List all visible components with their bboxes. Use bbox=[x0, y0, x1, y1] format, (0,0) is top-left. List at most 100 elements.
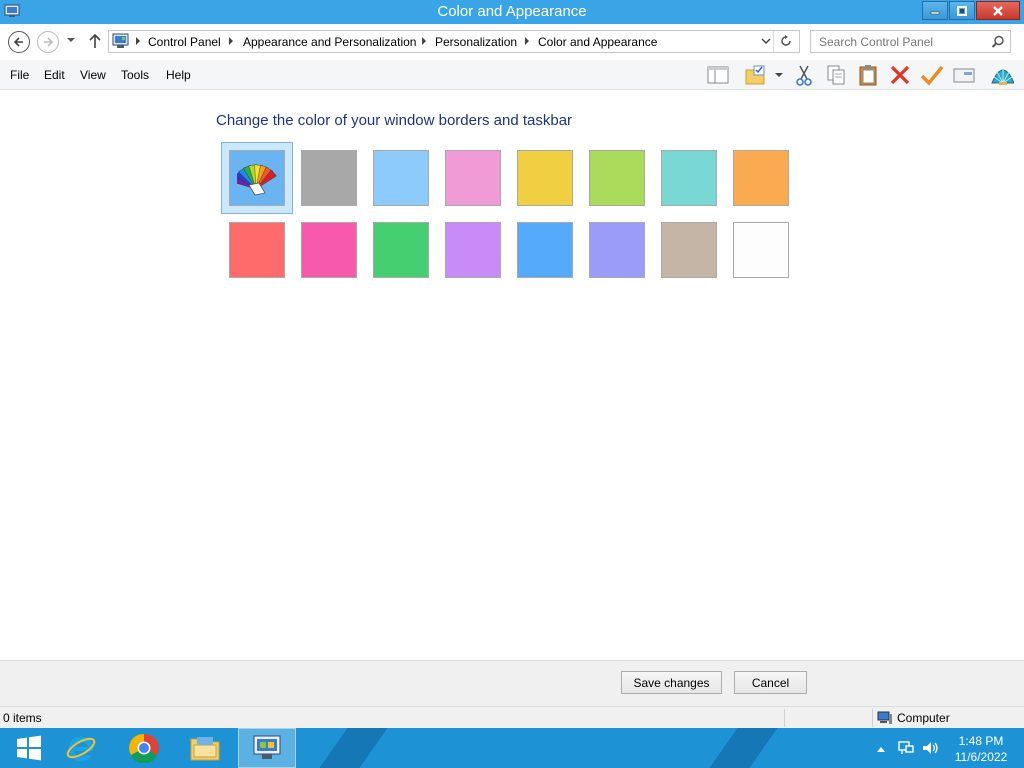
swatch-fill bbox=[229, 150, 285, 206]
title-bar: Color and Appearance bbox=[0, 0, 1024, 24]
breadcrumb-separator-icon[interactable] bbox=[229, 37, 233, 45]
email-icon bbox=[953, 68, 975, 83]
address-divider bbox=[773, 31, 774, 52]
color-swatch-light-blue[interactable] bbox=[365, 142, 437, 214]
file-explorer-button[interactable] bbox=[176, 728, 234, 768]
swatch-fill bbox=[589, 222, 645, 278]
color-swatch-taupe[interactable] bbox=[653, 214, 725, 286]
swatch-fill bbox=[373, 222, 429, 278]
system-clock[interactable]: 1:48 PM 11/6/2022 bbox=[948, 733, 1014, 765]
copy-button[interactable] bbox=[824, 63, 848, 87]
control-panel-icon bbox=[112, 33, 129, 48]
folder-options-button[interactable] bbox=[744, 63, 768, 87]
start-button[interactable] bbox=[0, 728, 58, 768]
breadcrumb-color-appearance[interactable]: Color and Appearance bbox=[538, 35, 657, 49]
swatch-fill bbox=[589, 150, 645, 206]
menu-bar: File Edit View Tools Help bbox=[0, 60, 1024, 90]
address-history-chevron-down-icon[interactable] bbox=[760, 35, 772, 47]
status-bar: 0 items Computer bbox=[0, 706, 1024, 728]
restore-button[interactable] bbox=[949, 1, 975, 20]
color-swatch-orange[interactable] bbox=[725, 142, 797, 214]
swatch-fill bbox=[733, 150, 789, 206]
restore-icon bbox=[957, 5, 967, 16]
page-heading: Change the color of your window borders … bbox=[216, 112, 573, 129]
internet-explorer-icon bbox=[66, 736, 96, 762]
search-icon[interactable] bbox=[991, 35, 1005, 49]
start-icon bbox=[17, 735, 41, 761]
swatch-fill bbox=[445, 150, 501, 206]
status-divider bbox=[872, 709, 873, 727]
forward-button[interactable] bbox=[37, 31, 59, 53]
save-changes-button[interactable]: Save changes bbox=[621, 671, 722, 694]
breadcrumb-separator-icon[interactable] bbox=[525, 37, 529, 45]
shell-button[interactable] bbox=[990, 63, 1014, 87]
color-swatch-green[interactable] bbox=[365, 214, 437, 286]
menu-edit[interactable]: Edit bbox=[44, 68, 65, 82]
breadcrumb-appearance-personalization[interactable]: Appearance and Personalization bbox=[243, 35, 416, 49]
delete-button[interactable] bbox=[888, 63, 912, 87]
internet-explorer-button[interactable] bbox=[52, 728, 110, 768]
network-icon[interactable] bbox=[897, 740, 915, 756]
recent-locations-chevron-down-icon[interactable] bbox=[66, 37, 76, 45]
delete-icon bbox=[890, 65, 910, 85]
swatch-fill bbox=[229, 222, 285, 278]
breadcrumb-personalization[interactable]: Personalization bbox=[435, 35, 517, 49]
color-swatch-purple[interactable] bbox=[437, 214, 509, 286]
folder-options-chevron-down-icon[interactable] bbox=[774, 72, 784, 80]
breadcrumb-separator-icon[interactable] bbox=[136, 37, 140, 45]
menu-view[interactable]: View bbox=[80, 68, 106, 82]
breadcrumb-separator-icon[interactable] bbox=[422, 37, 426, 45]
cancel-button[interactable]: Cancel bbox=[734, 671, 807, 694]
properties-button[interactable] bbox=[920, 63, 944, 87]
window-title: Color and Appearance bbox=[437, 3, 587, 20]
close-button[interactable] bbox=[976, 1, 1020, 20]
status-divider bbox=[784, 709, 785, 727]
address-bar[interactable]: Control Panel Appearance and Personaliza… bbox=[108, 30, 800, 53]
menu-help[interactable]: Help bbox=[166, 68, 191, 82]
color-swatch-pink[interactable] bbox=[437, 142, 509, 214]
minimize-icon bbox=[930, 11, 940, 14]
taskbar-decoration bbox=[305, 728, 395, 768]
preview-pane-button[interactable] bbox=[706, 63, 730, 87]
email-button[interactable] bbox=[952, 63, 976, 87]
swatch-fill bbox=[661, 150, 717, 206]
refresh-icon[interactable] bbox=[779, 34, 793, 48]
button-bar: Save changes Cancel bbox=[0, 660, 1024, 706]
color-swatch-magenta[interactable] bbox=[293, 214, 365, 286]
color-swatch-lime[interactable] bbox=[581, 142, 653, 214]
menu-file[interactable]: File bbox=[10, 68, 29, 82]
color-mixer-icon bbox=[237, 164, 277, 196]
show-hidden-icons-chevron-up-icon[interactable] bbox=[876, 745, 886, 753]
clock-date: 11/6/2022 bbox=[954, 750, 1008, 764]
menu-tools[interactable]: Tools bbox=[121, 68, 149, 82]
minimize-button[interactable] bbox=[922, 1, 948, 20]
computer-icon bbox=[877, 711, 892, 724]
control-panel-taskbar-button[interactable] bbox=[238, 728, 296, 768]
color-swatch-gray[interactable] bbox=[293, 142, 365, 214]
navigation-bar: Control Panel Appearance and Personaliza… bbox=[0, 24, 1024, 60]
breadcrumb-control-panel[interactable]: Control Panel bbox=[148, 35, 221, 49]
paste-icon bbox=[859, 65, 877, 86]
back-button[interactable] bbox=[8, 31, 30, 53]
file-explorer-icon bbox=[190, 737, 220, 761]
swatch-fill bbox=[301, 150, 357, 206]
swatch-fill bbox=[661, 222, 717, 278]
cut-button[interactable] bbox=[792, 63, 816, 87]
chrome-button[interactable] bbox=[115, 728, 173, 768]
back-arrow-icon bbox=[13, 37, 23, 47]
up-arrow-icon[interactable] bbox=[88, 33, 102, 49]
swatch-fill bbox=[733, 222, 789, 278]
color-swatch-red[interactable] bbox=[221, 214, 293, 286]
color-swatch-color-mixer[interactable] bbox=[221, 142, 293, 214]
color-swatch-white[interactable] bbox=[725, 214, 797, 286]
volume-icon[interactable] bbox=[921, 740, 939, 756]
content-area: Change the color of your window borders … bbox=[0, 90, 1024, 660]
color-swatch-periwinkle[interactable] bbox=[581, 214, 653, 286]
search-box[interactable] bbox=[810, 30, 1011, 53]
color-swatch-blue[interactable] bbox=[509, 214, 581, 286]
color-swatch-teal[interactable] bbox=[653, 142, 725, 214]
search-input[interactable] bbox=[811, 31, 986, 52]
swatch-fill bbox=[445, 222, 501, 278]
paste-button[interactable] bbox=[856, 63, 880, 87]
color-swatch-yellow[interactable] bbox=[509, 142, 581, 214]
